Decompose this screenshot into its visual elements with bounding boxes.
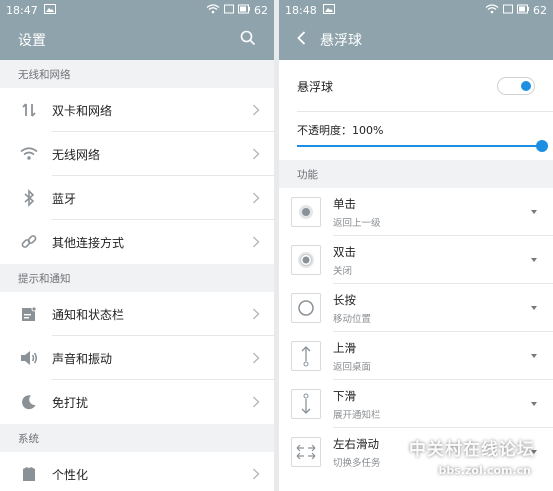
circle-icon — [291, 293, 321, 323]
slider-thumb[interactable] — [536, 140, 548, 152]
status-bar: 18:47 62 — [0, 0, 274, 20]
section-header: 功能 — [279, 160, 553, 188]
settings-item-personalize[interactable]: 个性化 — [0, 452, 274, 491]
opacity-row: 不透明度：100% — [279, 112, 553, 160]
image-icon — [322, 3, 335, 17]
function-title: 上滑 — [333, 340, 356, 355]
function-value: 移动位置 — [333, 313, 372, 325]
settings-item-do-not-disturb[interactable]: 免打扰 — [0, 380, 274, 424]
chevron-right-icon — [252, 101, 260, 120]
dropdown-caret-icon[interactable] — [531, 258, 537, 262]
function-item-long-press[interactable]: 长按 移动位置 — [279, 284, 553, 332]
function-item-tap[interactable]: 单击 返回上一级 — [279, 188, 553, 236]
swipe-down-icon — [291, 389, 321, 419]
battery-level: 62 — [533, 3, 547, 17]
function-value: 返回上一级 — [333, 217, 381, 229]
wifi-icon — [18, 143, 40, 165]
function-value: 关闭 — [333, 265, 353, 277]
page-title: 悬浮球 — [320, 33, 362, 49]
screen-icon — [224, 4, 234, 17]
bluetooth-icon — [18, 187, 40, 209]
section-header: 提示和通知 — [0, 264, 274, 292]
settings-item-label: 免打扰 — [52, 395, 89, 410]
settings-screen: 18:47 62 设置 无线和网络 双卡和网络 无线网络 蓝牙 其他连接方式 提… — [0, 0, 274, 491]
settings-item-label: 双卡和网络 — [52, 103, 113, 118]
watermark-title: 中关村在线论坛 — [409, 440, 535, 460]
battery-level: 62 — [254, 3, 268, 17]
settings-item-sound[interactable]: 声音和振动 — [0, 336, 274, 380]
function-title: 长按 — [333, 292, 356, 307]
dot-icon — [291, 197, 321, 227]
dropdown-caret-icon[interactable] — [531, 354, 537, 358]
status-time: 18:48 — [285, 3, 317, 17]
function-title: 双击 — [333, 244, 356, 259]
wifi-status-icon — [485, 3, 499, 17]
function-title: 单击 — [333, 196, 356, 211]
screen-icon — [503, 4, 513, 17]
function-value: 切换多任务 — [333, 457, 381, 469]
settings-item-wifi[interactable]: 无线网络 — [0, 132, 274, 176]
watermark-url: bbs.zol.com.cn — [438, 464, 531, 477]
sound-icon — [18, 347, 40, 369]
settings-item-label: 其他连接方式 — [52, 235, 125, 250]
floating-ball-toggle-row: 悬浮球 — [279, 60, 553, 112]
function-title: 左右滑动 — [333, 436, 379, 451]
toggle-label: 悬浮球 — [297, 79, 334, 94]
chevron-right-icon — [252, 145, 260, 164]
settings-item-dual-sim[interactable]: 双卡和网络 — [0, 88, 274, 132]
search-icon[interactable] — [240, 30, 256, 50]
double-dot-icon — [291, 245, 321, 275]
opacity-label: 不透明度：100% — [297, 124, 384, 137]
link-icon — [18, 231, 40, 253]
function-value: 返回桌面 — [333, 361, 372, 373]
swipe-horizontal-icon — [291, 437, 321, 467]
function-item-swipe-up[interactable]: 上滑 返回桌面 — [279, 332, 553, 380]
section-header: 系统 — [0, 424, 274, 452]
wifi-status-icon — [206, 3, 220, 17]
moon-icon — [18, 391, 40, 413]
settings-item-label: 蓝牙 — [52, 191, 77, 206]
settings-item-notifications[interactable]: 通知和状态栏 — [0, 292, 274, 336]
notification-icon — [18, 303, 40, 325]
chevron-right-icon — [252, 349, 260, 368]
dual-sim-icon — [18, 99, 40, 121]
opacity-slider[interactable] — [297, 140, 548, 152]
function-item-swipe-down[interactable]: 下滑 展开通知栏 — [279, 380, 553, 428]
settings-item-other-connections[interactable]: 其他连接方式 — [0, 220, 274, 264]
section-header: 无线和网络 — [0, 60, 274, 88]
dropdown-caret-icon[interactable] — [531, 402, 537, 406]
dropdown-caret-icon[interactable] — [531, 306, 537, 310]
status-time: 18:47 — [6, 3, 38, 17]
floating-ball-screen: 18:48 62 悬浮球 悬浮球 不透明度：100% 功能 单击 返回上一级 双… — [279, 0, 553, 491]
personalize-icon — [18, 463, 40, 485]
function-item-double-tap[interactable]: 双击 关闭 — [279, 236, 553, 284]
settings-item-label: 通知和状态栏 — [52, 307, 125, 322]
floating-ball-toggle[interactable] — [497, 77, 535, 95]
page-title: 设置 — [18, 33, 46, 49]
chevron-right-icon — [252, 189, 260, 208]
watermark-logo-icon — [383, 439, 405, 461]
app-bar: 设置 — [0, 20, 274, 60]
chevron-right-icon — [252, 465, 260, 484]
watermark: 中关村在线论坛 bbs.zol.com.cn — [409, 435, 535, 477]
function-title: 下滑 — [333, 388, 356, 403]
swipe-up-icon — [291, 341, 321, 371]
settings-item-label: 个性化 — [52, 467, 89, 482]
status-bar: 18:48 62 — [279, 0, 553, 20]
battery-icon — [517, 4, 529, 17]
chevron-right-icon — [252, 233, 260, 252]
back-icon[interactable] — [297, 31, 306, 49]
settings-item-label: 无线网络 — [52, 147, 101, 162]
settings-item-label: 声音和振动 — [52, 351, 113, 366]
chevron-right-icon — [252, 305, 260, 324]
dropdown-caret-icon[interactable] — [531, 210, 537, 214]
function-value: 展开通知栏 — [333, 409, 381, 421]
image-icon — [43, 3, 56, 17]
battery-icon — [238, 4, 250, 17]
app-bar: 悬浮球 — [279, 20, 553, 60]
chevron-right-icon — [252, 393, 260, 412]
settings-item-bluetooth[interactable]: 蓝牙 — [0, 176, 274, 220]
